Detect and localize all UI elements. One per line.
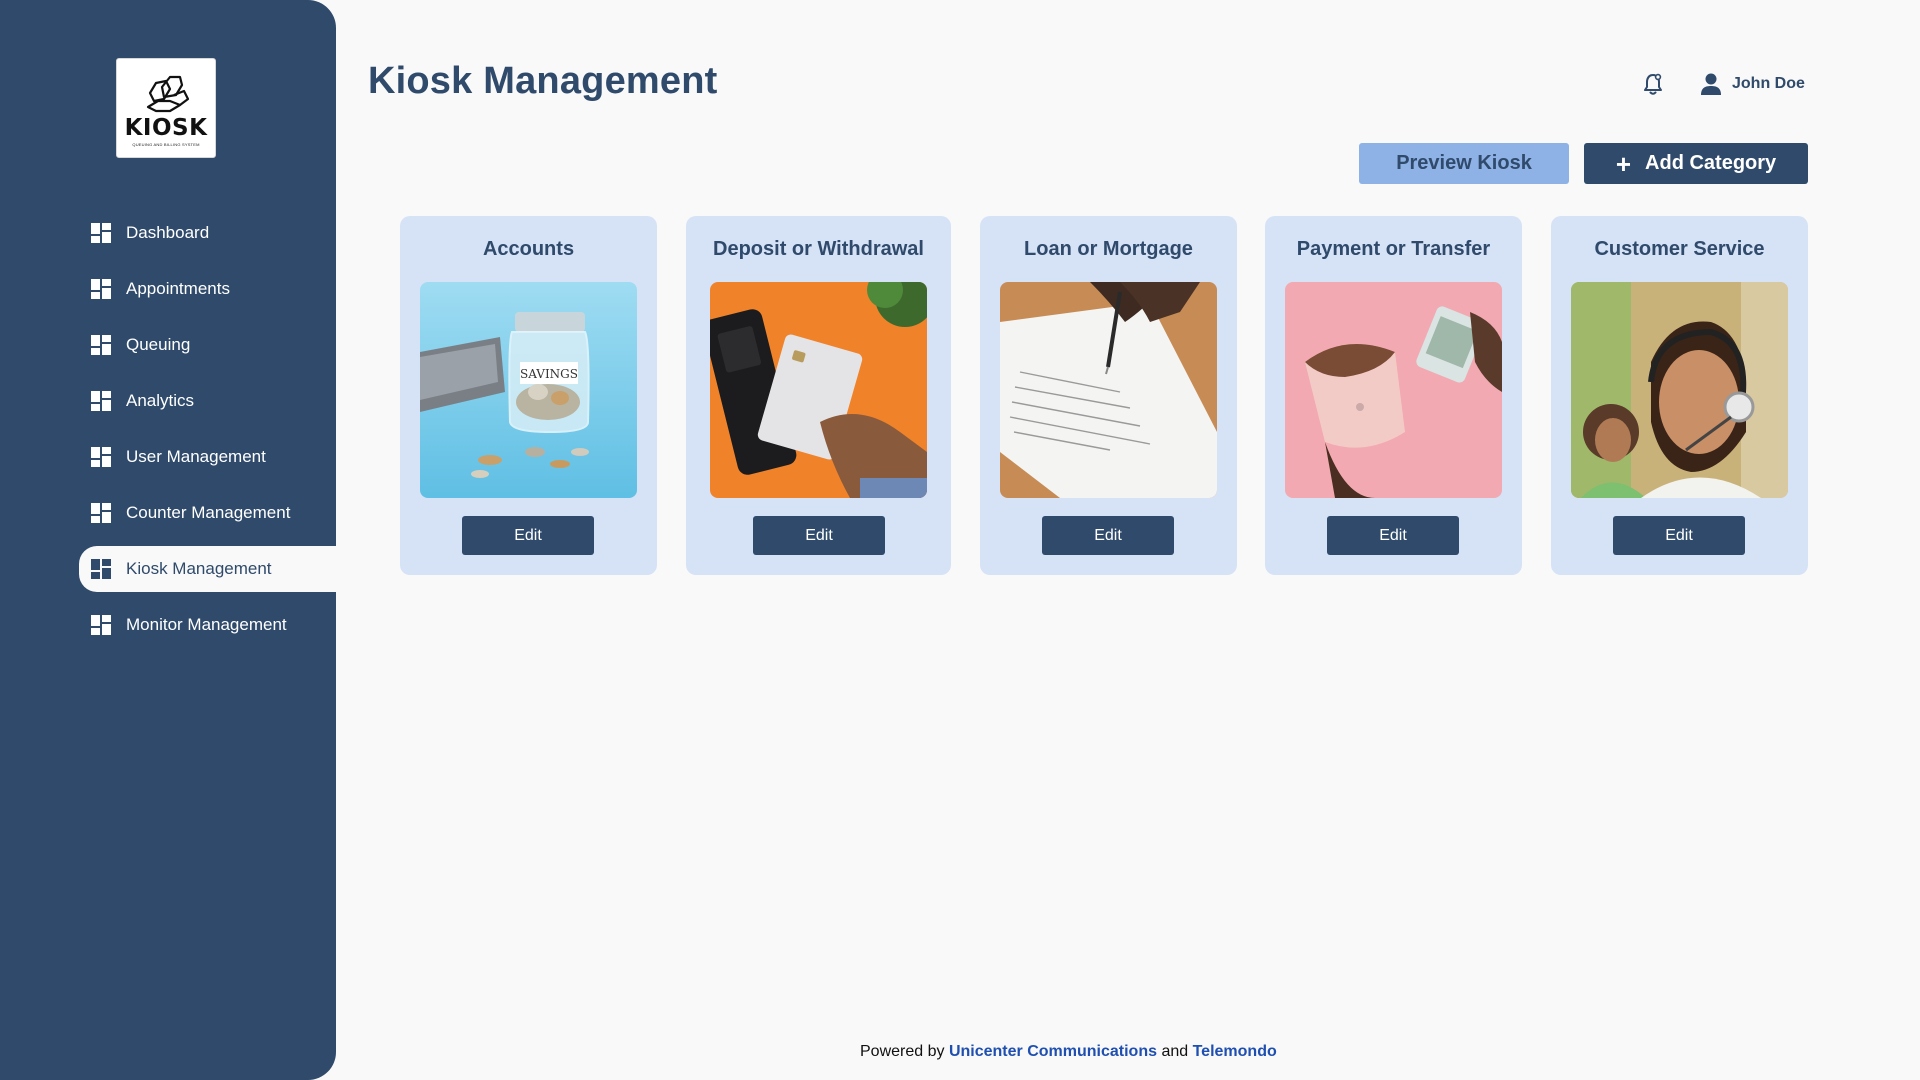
category-card-accounts: Accounts SAVINGS Edit <box>400 216 657 575</box>
sidebar-item-label: Monitor Management <box>126 615 287 634</box>
sidebar-item-label: Appointments <box>126 279 230 298</box>
user-icon <box>1701 73 1721 95</box>
preview-kiosk-button[interactable]: Preview Kiosk <box>1359 143 1569 184</box>
edit-button[interactable]: Edit <box>1613 516 1745 555</box>
sidebar-item-label: Dashboard <box>126 223 210 242</box>
category-card-customer-service: Customer Service Edit <box>1551 216 1808 575</box>
category-card-payment-transfer: Payment or Transfer Edit <box>1265 216 1522 575</box>
call-center-agent-photo <box>1571 282 1788 498</box>
card-title: Payment or Transfer <box>1296 238 1491 260</box>
logo-subtext: QUEUING AND BILLING SYSTEM <box>132 142 200 147</box>
sidebar-item-appointments[interactable]: Appointments <box>79 266 336 312</box>
kiosk-logo-icon <box>146 75 190 113</box>
category-card-deposit-withdrawal: Deposit or Withdrawal Edit <box>686 216 951 575</box>
add-category-label: Add Category <box>1645 152 1777 174</box>
sidebar-item-counter-management[interactable]: Counter Management <box>79 490 336 536</box>
bell-icon[interactable] <box>1642 72 1664 96</box>
sidebar-item-dashboard[interactable]: Dashboard <box>79 210 336 256</box>
wallet-cash-photo <box>1285 282 1502 498</box>
edit-button[interactable]: Edit <box>1327 516 1459 555</box>
grid-icon <box>91 223 111 243</box>
footer-prefix: Powered by <box>860 1043 945 1060</box>
sidebar-item-label: User Management <box>126 447 266 466</box>
grid-icon <box>91 335 111 355</box>
add-category-button[interactable]: + Add Category <box>1584 143 1808 184</box>
sidebar-item-label: Counter Management <box>126 503 291 522</box>
sidebar-nav: Dashboard Appointments Queuing Analytics… <box>79 210 336 658</box>
user-name: John Doe <box>1732 75 1805 92</box>
card-terminal-photo <box>710 282 927 498</box>
card-title: Accounts <box>482 238 575 260</box>
sidebar-item-user-management[interactable]: User Management <box>79 434 336 480</box>
page-title: Kiosk Management <box>368 60 718 102</box>
sidebar-item-kiosk-management[interactable]: Kiosk Management <box>79 546 336 592</box>
grid-icon <box>91 279 111 299</box>
edit-button[interactable]: Edit <box>1042 516 1174 555</box>
edit-button[interactable]: Edit <box>753 516 885 555</box>
logo-text: KIOSK <box>124 115 208 141</box>
grid-icon <box>91 559 111 579</box>
signing-document-photo <box>1000 282 1217 498</box>
plus-icon: + <box>1615 148 1632 179</box>
grid-icon <box>91 615 111 635</box>
unicenter-link[interactable]: Unicenter Communications <box>949 1043 1157 1060</box>
grid-icon <box>91 391 111 411</box>
user-menu[interactable]: John Doe <box>1700 72 1805 96</box>
telemondo-link[interactable]: Telemondo <box>1193 1043 1277 1060</box>
footer-joiner: and <box>1161 1043 1189 1060</box>
card-title: Deposit or Withdrawal <box>713 238 924 260</box>
sidebar-item-monitor-management[interactable]: Monitor Management <box>79 602 336 648</box>
grid-icon <box>91 447 111 467</box>
edit-button[interactable]: Edit <box>462 516 594 555</box>
card-title: Customer Service <box>1594 238 1765 260</box>
sidebar-item-label: Analytics <box>126 391 195 410</box>
savings-jar-photo: SAVINGS <box>420 282 637 498</box>
category-card-loan-mortgage: Loan or Mortgage Edit <box>980 216 1237 575</box>
grid-icon <box>91 503 111 523</box>
card-title: Loan or Mortgage <box>1024 238 1193 260</box>
sidebar-item-analytics[interactable]: Analytics <box>79 378 336 424</box>
app-logo[interactable]: KIOSK QUEUING AND BILLING SYSTEM <box>116 58 216 158</box>
svg-text:SAVINGS: SAVINGS <box>520 367 578 381</box>
sidebar-item-label: Queuing <box>126 335 191 354</box>
sidebar-item-queuing[interactable]: Queuing <box>79 322 336 368</box>
sidebar-item-label: Kiosk Management <box>126 559 272 578</box>
